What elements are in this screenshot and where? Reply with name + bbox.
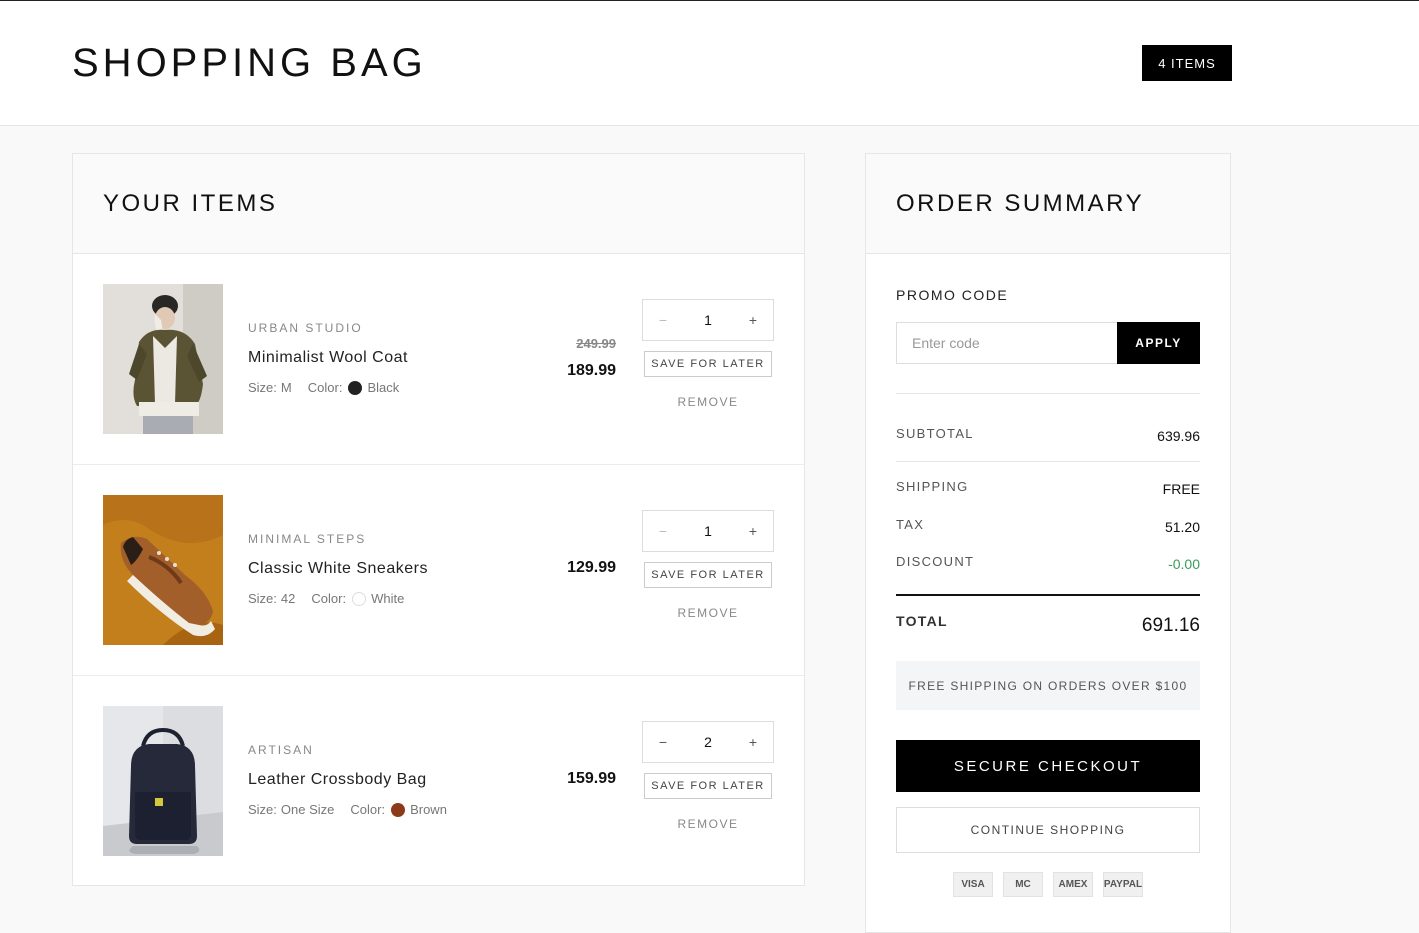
save-for-later-button[interactable]: SAVE FOR LATER xyxy=(644,773,772,799)
divider xyxy=(896,461,1200,462)
order-summary-panel: ORDER SUMMARY PROMO CODE APPLY SUBTOTAL … xyxy=(865,153,1231,933)
color-label: Color: xyxy=(307,380,343,395)
subtotal-value: 639.96 xyxy=(1157,428,1200,444)
save-for-later-button[interactable]: SAVE FOR LATER xyxy=(644,562,772,588)
remove-button[interactable]: REMOVE xyxy=(644,817,772,831)
product-name[interactable]: Classic White Sneakers xyxy=(248,560,428,578)
increment-button[interactable]: + xyxy=(733,722,773,762)
quantity-value[interactable]: 1 xyxy=(683,523,733,539)
product-name[interactable]: Minimalist Wool Coat xyxy=(248,349,408,367)
payment-methods: VISA MC AMEX PAYPAL xyxy=(866,872,1230,897)
total-divider xyxy=(896,594,1200,596)
amex-icon: AMEX xyxy=(1053,872,1093,897)
product-meta: Size: One Size Color: Brown xyxy=(248,802,447,817)
price: 129.99 xyxy=(567,559,616,576)
apply-promo-button[interactable]: APPLY xyxy=(1117,322,1200,364)
items-panel-title: YOUR ITEMS xyxy=(103,190,278,217)
remove-button[interactable]: REMOVE xyxy=(644,395,772,409)
shipping-value: FREE xyxy=(1162,481,1200,497)
size-value: 42 xyxy=(280,591,296,606)
product-name[interactable]: Leather Crossbody Bag xyxy=(248,771,427,789)
product-meta: Size: 42 Color: White xyxy=(248,591,404,606)
tax-label: TAX xyxy=(896,517,925,532)
remove-button[interactable]: REMOVE xyxy=(644,606,772,620)
continue-shopping-button[interactable]: CONTINUE SHOPPING xyxy=(896,807,1200,853)
tax-value: 51.20 xyxy=(1164,519,1200,535)
size-label: Size: xyxy=(248,591,277,606)
size-value: One Size xyxy=(280,802,335,817)
size-label: Size: xyxy=(248,380,277,395)
increment-button[interactable]: + xyxy=(733,300,773,340)
color-swatch xyxy=(352,591,367,606)
quantity-value[interactable]: 1 xyxy=(683,312,733,328)
sale-price: 189.99 xyxy=(567,362,616,379)
summary-header: ORDER SUMMARY xyxy=(866,154,1230,254)
discount-value: -0.00 xyxy=(1168,556,1200,572)
product-brand: MINIMAL STEPS xyxy=(248,532,367,546)
quantity-value[interactable]: 2 xyxy=(683,734,733,750)
divider xyxy=(896,393,1200,394)
cart-item: URBAN STUDIO Minimalist Wool Coat Size: … xyxy=(73,254,804,465)
item-count-badge: 4 ITEMS xyxy=(1142,45,1232,81)
backpack-photo-icon xyxy=(103,706,223,856)
shipping-label: SHIPPING xyxy=(896,479,969,494)
coat-photo-icon xyxy=(103,284,223,434)
free-shipping-note: FREE SHIPPING ON ORDERS OVER $100 xyxy=(896,661,1200,710)
promo-label: PROMO CODE xyxy=(896,287,1009,303)
paypal-icon: PAYPAL xyxy=(1103,872,1143,897)
items-panel-header: YOUR ITEMS xyxy=(73,154,804,254)
color-label: Color: xyxy=(311,591,347,606)
quantity-stepper: − 2 + xyxy=(642,721,774,763)
product-image-bag[interactable] xyxy=(103,706,223,856)
product-image-coat[interactable] xyxy=(103,284,223,434)
product-meta: Size: M Color: Black xyxy=(248,380,399,395)
decrement-button[interactable]: − xyxy=(643,511,683,551)
sneaker-photo-icon xyxy=(103,495,223,645)
color-label: Color: xyxy=(350,802,386,817)
secure-checkout-button[interactable]: SECURE CHECKOUT xyxy=(896,740,1200,792)
increment-button[interactable]: + xyxy=(733,511,773,551)
color-swatch xyxy=(348,380,363,395)
product-brand: URBAN STUDIO xyxy=(248,321,363,335)
price: 159.99 xyxy=(567,770,616,787)
page-header: SHOPPING BAG 4 ITEMS xyxy=(0,1,1419,126)
quantity-stepper: − 1 + xyxy=(642,299,774,341)
original-price: 249.99 xyxy=(576,336,616,351)
subtotal-label: SUBTOTAL xyxy=(896,426,974,441)
quantity-stepper: − 1 + xyxy=(642,510,774,552)
items-panel: YOUR ITEMS URBAN STUDIO Minimalist Wool … xyxy=(72,153,805,886)
discount-label: DISCOUNT xyxy=(896,554,975,569)
promo-code-input[interactable] xyxy=(896,322,1118,364)
save-for-later-button[interactable]: SAVE FOR LATER xyxy=(644,351,772,377)
total-label: TOTAL xyxy=(896,613,948,629)
color-value: White xyxy=(371,591,405,606)
size-value: M xyxy=(280,380,292,395)
product-brand: ARTISAN xyxy=(248,743,314,757)
decrement-button[interactable]: − xyxy=(643,722,683,762)
summary-title: ORDER SUMMARY xyxy=(896,190,1145,217)
color-value: Black xyxy=(367,380,400,395)
color-value: Brown xyxy=(410,802,447,817)
total-value: 691.16 xyxy=(1141,615,1200,636)
color-swatch xyxy=(391,802,406,817)
size-label: Size: xyxy=(248,802,277,817)
visa-icon: VISA xyxy=(953,872,993,897)
cart-item: MINIMAL STEPS Classic White Sneakers Siz… xyxy=(73,465,804,676)
decrement-button[interactable]: − xyxy=(643,300,683,340)
cart-item: ARTISAN Leather Crossbody Bag Size: One … xyxy=(73,676,804,887)
product-image-sneakers[interactable] xyxy=(103,495,223,645)
page-title: SHOPPING BAG xyxy=(72,41,427,85)
mastercard-icon: MC xyxy=(1003,872,1043,897)
